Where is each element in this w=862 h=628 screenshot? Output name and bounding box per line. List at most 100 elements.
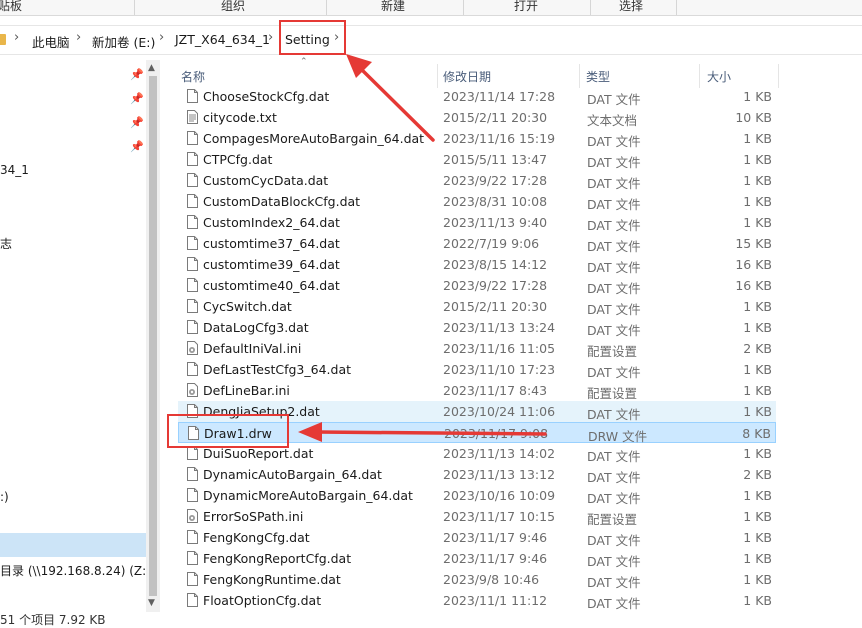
column-header-date[interactable]: 修改日期 (443, 68, 491, 85)
file-row[interactable]: DefLineBar.ini 2023/11/17 8:43 配置设置 1 KB (178, 380, 776, 401)
file-row[interactable]: FengKongCfg.dat 2023/11/17 9:46 DAT 文件 1 KB (178, 527, 776, 548)
file-type: DAT 文件 (587, 575, 641, 590)
chevron-right-icon[interactable]: › (159, 30, 164, 45)
file-row[interactable]: CustomCycData.dat 2023/9/22 17:28 DAT 文件 1 … (178, 170, 776, 191)
ribbon-group-clipboard: 剪贴板 (0, 0, 23, 13)
file-size: 1 KB (743, 299, 772, 314)
file-row[interactable]: DynamicAutoBargain_64.dat 2023/11/13 13:1… (178, 464, 776, 485)
file-size: 1 KB (743, 173, 772, 188)
chevron-right-icon[interactable]: › (14, 30, 19, 45)
column-header-name[interactable]: 名称 (181, 68, 205, 85)
file-row[interactable]: CustomIndex2_64.dat 2023/11/13 9:40 DAT 文件… (178, 212, 776, 233)
file-date: 2023/11/14 17:28 (443, 89, 556, 104)
file-type: DAT 文件 (587, 407, 641, 422)
scrollbar-thumb[interactable] (149, 76, 157, 596)
file-date: 2023/9/8 10:46 (443, 572, 540, 587)
text-doc-icon (187, 110, 198, 124)
nav-item-folder[interactable]: 34_1 (0, 163, 29, 177)
annotation-box-draw1 (167, 414, 289, 448)
pin-icon[interactable]: 📌 (130, 116, 144, 129)
doc-icon (187, 278, 198, 292)
ribbon-divider (590, 0, 591, 15)
file-size: 1 KB (743, 320, 772, 335)
file-date: 2015/2/11 20:30 (443, 110, 548, 125)
file-date: 2023/8/15 14:12 (443, 257, 548, 272)
column-divider[interactable] (579, 64, 580, 88)
file-date: 2023/9/22 17:28 (443, 173, 548, 188)
file-row[interactable]: CompagesMoreAutoBargain_64.dat 2023/11/16… (178, 128, 776, 149)
file-name: CTPCfg.dat (203, 152, 273, 167)
file-size: 1 KB (743, 593, 772, 608)
file-row[interactable]: CycSwitch.dat 2015/2/11 20:30 DAT 文件 1 KB (178, 296, 776, 317)
file-size: 1 KB (743, 152, 772, 167)
nav-item-network-drive[interactable]: 目录 (\\192.168.8.24) (Z:) (0, 562, 151, 579)
file-row[interactable]: customtime40_64.dat 2023/9/22 17:28 DAT 文件… (178, 275, 776, 296)
file-date: 2023/11/13 9:40 (443, 215, 548, 230)
address-bar[interactable]: › 此电脑 › 新加卷 (E:) › JZT_X64_634_1 › Setti… (0, 25, 862, 55)
ribbon-group-labels: 剪贴板 组织 新建 打开 选择 (0, 0, 862, 16)
ribbon-group-organize: 组织 (221, 0, 246, 13)
chevron-right-icon[interactable]: › (76, 30, 81, 45)
file-name: DuiSuoReport.dat (203, 446, 314, 461)
file-row[interactable]: CTPCfg.dat 2015/5/11 13:47 DAT 文件 1 KB (178, 149, 776, 170)
column-divider[interactable] (778, 64, 779, 88)
file-type: DAT 文件 (587, 302, 641, 317)
file-size: 1 KB (743, 404, 772, 419)
file-name: CycSwitch.dat (203, 299, 292, 314)
file-date: 2023/10/24 11:06 (443, 404, 556, 419)
file-type: DAT 文件 (587, 92, 641, 107)
column-header-size[interactable]: 大小 (707, 68, 731, 85)
file-type: 配置设置 (587, 344, 638, 359)
breadcrumb-jzt-folder[interactable]: JZT_X64_634_1 (175, 32, 270, 47)
file-name: customtime37_64.dat (203, 236, 340, 251)
file-type: 配置设置 (587, 512, 638, 527)
file-row[interactable]: ErrorSoSPath.ini 2023/11/17 10:15 配置设置 1 KB (178, 506, 776, 527)
file-row[interactable]: DefaultIniVal.ini 2023/11/16 11:05 配置设置 2 K… (178, 338, 776, 359)
file-row[interactable]: ChooseStockCfg.dat 2023/11/14 17:28 DAT 文件… (178, 86, 776, 107)
nav-scrollbar[interactable]: ▲ ▼ (146, 60, 160, 612)
file-row[interactable]: FengKongRuntime.dat 2023/9/8 10:46 DAT 文件 1… (178, 569, 776, 590)
column-header-type[interactable]: 类型 (586, 68, 610, 85)
breadcrumb-this-pc[interactable]: 此电脑 (32, 32, 70, 51)
file-date: 2023/11/17 10:15 (443, 509, 556, 524)
pin-icon[interactable]: 📌 (130, 140, 144, 153)
file-row[interactable]: CustomDataBlockCfg.dat 2023/8/31 10:08 DAT… (178, 191, 776, 212)
file-type: 文本文档 (587, 113, 638, 128)
ribbon-group-open: 打开 (514, 0, 539, 13)
column-divider[interactable] (437, 64, 438, 88)
file-row[interactable]: DataLogCfg3.dat 2023/11/13 13:24 DAT 文件 1 K… (178, 317, 776, 338)
pin-icon[interactable]: 📌 (130, 68, 144, 81)
file-row[interactable]: DefLastTestCfg3_64.dat 2023/11/10 17:23 DA… (178, 359, 776, 380)
file-row[interactable]: customtime37_64.dat 2022/7/19 9:06 DAT 文件 1… (178, 233, 776, 254)
file-name: DefaultIniVal.ini (203, 341, 302, 356)
ribbon-group-select: 选择 (619, 0, 644, 13)
breadcrumb-volume-e[interactable]: 新加卷 (E:) (92, 32, 155, 51)
file-size: 10 KB (735, 110, 772, 125)
navigation-pane[interactable]: 📌 📌 📌 📌 34_1 志 :) 目录 (\\192.168.8.24) (Z… (0, 60, 151, 622)
ribbon-divider (134, 0, 135, 15)
file-row[interactable]: customtime39_64.dat 2023/8/15 14:12 DAT 文件… (178, 254, 776, 275)
file-row[interactable]: FengKongReportCfg.dat 2023/11/17 9:46 DAT … (178, 548, 776, 569)
doc-icon (187, 131, 198, 145)
scroll-up-icon[interactable]: ▲ (148, 63, 155, 73)
file-row[interactable]: citycode.txt 2015/2/11 20:30 文本文档 10 KB (178, 107, 776, 128)
doc-icon (187, 362, 198, 376)
file-size: 1 KB (743, 194, 772, 209)
column-divider[interactable] (699, 64, 700, 88)
file-row[interactable]: DynamicMoreAutoBargain_64.dat 2023/10/16 … (178, 485, 776, 506)
file-row[interactable]: FloatOptionCfg.dat 2023/11/1 11:12 DAT 文件 1… (178, 590, 776, 611)
file-type: DAT 文件 (587, 533, 641, 548)
file-date: 2023/11/16 15:19 (443, 131, 556, 146)
nav-item-log[interactable]: 志 (0, 235, 12, 252)
file-size: 1 KB (743, 509, 772, 524)
file-size: 16 KB (735, 278, 772, 293)
file-type: DAT 文件 (587, 176, 641, 191)
nav-item-selected[interactable] (0, 533, 146, 557)
nav-item-drive[interactable]: :) (0, 490, 9, 504)
scroll-down-icon[interactable]: ▼ (148, 598, 155, 608)
file-date: 2023/9/22 17:28 (443, 278, 548, 293)
file-name: FengKongRuntime.dat (203, 572, 341, 587)
chevron-right-icon[interactable]: › (268, 30, 273, 45)
pin-icon[interactable]: 📌 (130, 92, 144, 105)
file-name: FengKongCfg.dat (203, 530, 310, 545)
